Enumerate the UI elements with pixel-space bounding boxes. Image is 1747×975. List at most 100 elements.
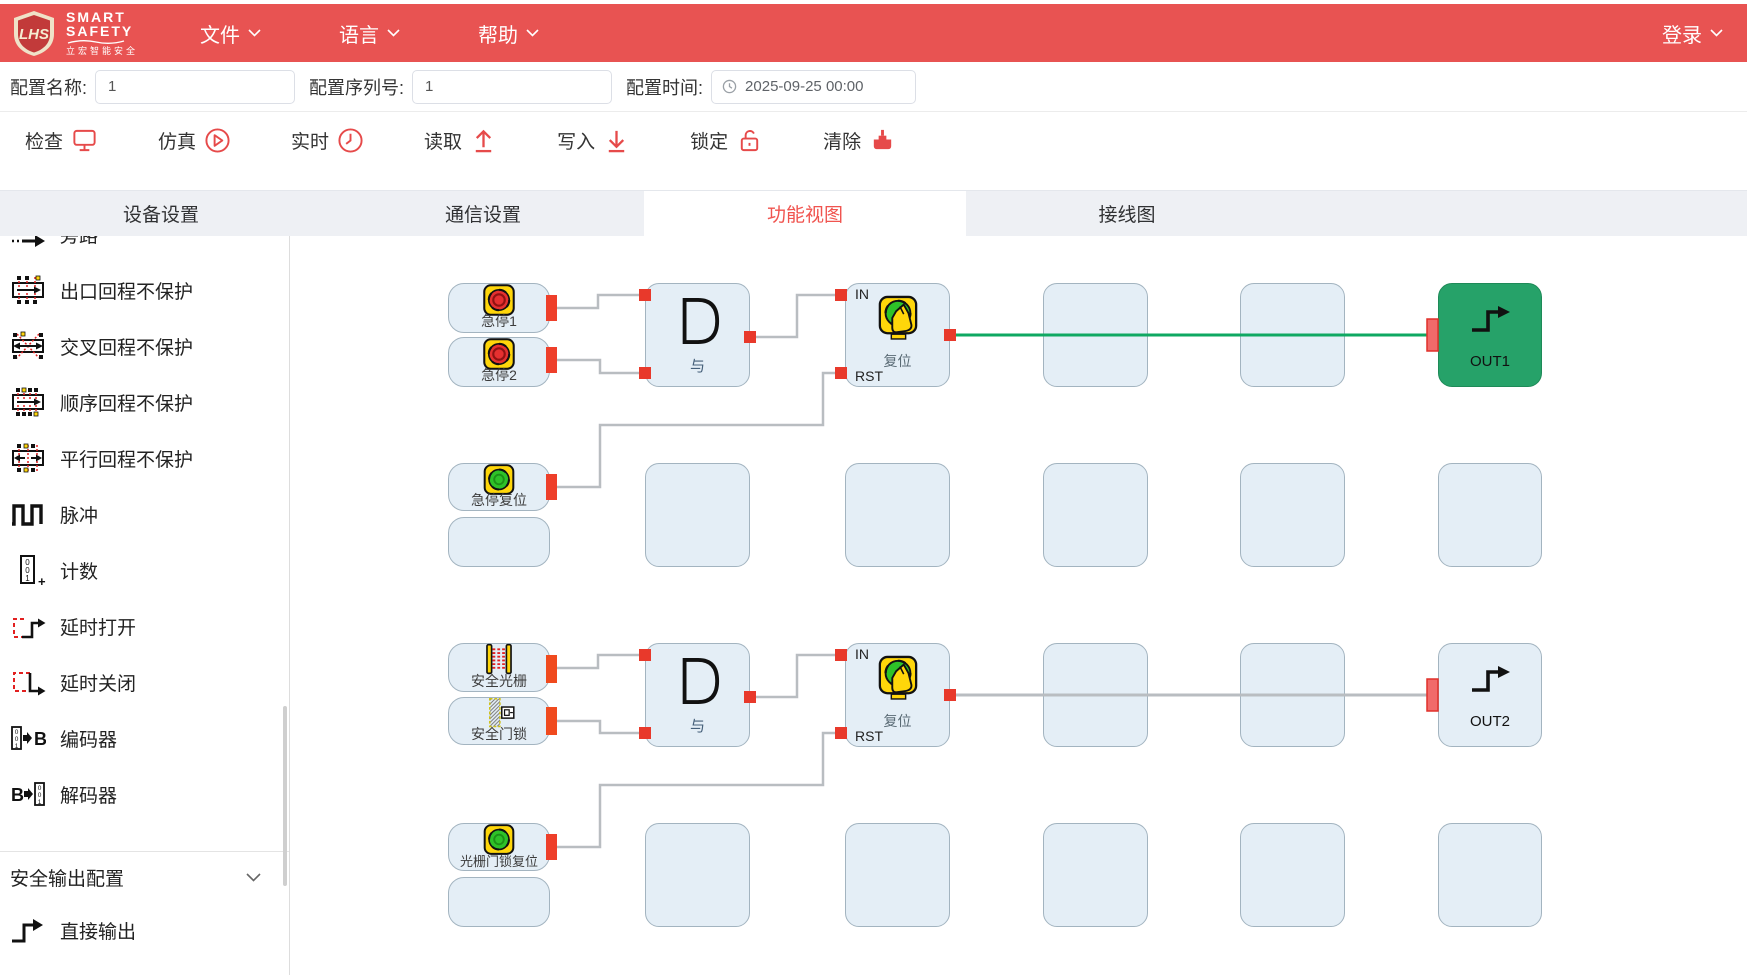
menu-language[interactable]: 语言 <box>339 19 400 48</box>
chevron-down-icon <box>1710 29 1723 37</box>
tab-communication-settings[interactable]: 通信设置 <box>322 191 644 236</box>
block-label: OUT1 <box>1439 353 1541 370</box>
empty-function-slot[interactable] <box>1240 283 1345 387</box>
simulate-button[interactable]: 仿真 <box>158 127 231 154</box>
empty-function-slot[interactable] <box>1043 643 1148 747</box>
tab-wiring-diagram[interactable]: 接线图 <box>966 191 1288 236</box>
menu-file[interactable]: 文件 <box>200 19 261 48</box>
config-serial-input[interactable] <box>412 70 612 104</box>
menu-help-label: 帮助 <box>478 19 518 48</box>
play-circle-icon <box>204 127 231 154</box>
login-button[interactable]: 登录 <box>1662 19 1723 48</box>
output-step-arrow-icon <box>1466 302 1514 343</box>
sidebar-item-decoder[interactable]: B 0 0 1 解码器 <box>0 766 289 822</box>
svg-text:1: 1 <box>15 743 19 750</box>
clear-button[interactable]: 清除 <box>823 127 896 154</box>
tab-label: 通信设置 <box>445 200 521 227</box>
tab-function-view[interactable]: 功能视图 <box>644 191 966 236</box>
block-and-gate-1[interactable]: 与 <box>645 283 750 387</box>
empty-input-slot[interactable] <box>448 517 550 567</box>
block-and-gate-2[interactable]: 与 <box>645 643 750 747</box>
block-estop2[interactable]: 急停2 <box>448 337 550 387</box>
toolbar: 检查 仿真 实时 读取 写入 锁定 <box>0 112 1747 168</box>
empty-function-slot[interactable] <box>1240 643 1345 747</box>
empty-function-slot[interactable] <box>1438 463 1542 567</box>
block-out2[interactable]: OUT2 <box>1438 643 1542 747</box>
sidebar-item-label: 平行回程不保护 <box>60 445 193 472</box>
sidebar-item-sequential-muting[interactable]: 顺序回程不保护 <box>0 374 289 430</box>
sidebar-item-bypass[interactable]: 旁路 <box>0 236 289 262</box>
sidebar-item-direct-output[interactable]: 直接输出 <box>0 902 289 958</box>
tab-device-settings[interactable]: 设备设置 <box>0 191 322 236</box>
sidebar-scrollbar[interactable] <box>283 706 287 886</box>
empty-function-slot[interactable] <box>1240 823 1345 927</box>
tab-label: 接线图 <box>1098 200 1155 227</box>
svg-text:0: 0 <box>15 729 19 736</box>
block-reset-1[interactable]: IN RST 复位 <box>845 283 950 387</box>
block-label: 急停2 <box>449 365 549 385</box>
empty-function-slot[interactable] <box>1043 823 1148 927</box>
bypass-icon <box>8 236 48 251</box>
realtime-label: 实时 <box>291 127 329 154</box>
block-out1[interactable]: OUT1 <box>1438 283 1542 387</box>
sidebar-item-label: 编码器 <box>60 725 117 752</box>
empty-function-slot[interactable] <box>1043 283 1148 387</box>
sidebar-item-counter[interactable]: 0 0 1 + 计数 <box>0 542 289 598</box>
sidebar-section-safety-output[interactable]: 安全输出配置 <box>0 852 289 902</box>
wire <box>556 360 639 373</box>
check-label: 检查 <box>25 127 63 154</box>
sidebar-item-parallel-muting[interactable]: 平行回程不保护 <box>0 430 289 486</box>
block-reset-2[interactable]: IN RST 复位 <box>845 643 950 747</box>
svg-text:B: B <box>11 785 24 805</box>
function-canvas[interactable]: 急停1 急停2 与 IN RST <box>290 236 1747 975</box>
check-button[interactable]: 检查 <box>25 127 98 154</box>
tab-bar: 设备设置 通信设置 功能视图 接线图 <box>0 190 1747 236</box>
sidebar-item-exit-muting[interactable]: 出口回程不保护 <box>0 262 289 318</box>
empty-function-slot[interactable] <box>845 463 950 567</box>
reset-hand-button-icon <box>877 294 919 345</box>
delay-off-icon <box>8 665 48 699</box>
svg-text:LHS: LHS <box>19 26 49 43</box>
read-button[interactable]: 读取 <box>424 127 497 154</box>
sidebar-item-delay-on[interactable]: 延时打开 <box>0 598 289 654</box>
block-label: 光栅门锁复位 <box>449 851 549 870</box>
sequential-muting-icon <box>8 385 48 419</box>
simulate-label: 仿真 <box>158 127 196 154</box>
empty-function-slot[interactable] <box>645 463 750 567</box>
sidebar-item-label: 延时关闭 <box>60 669 136 696</box>
brand-wave-icon <box>66 39 126 45</box>
nav-menus: 文件 语言 帮助 <box>200 19 539 48</box>
delay-on-icon <box>8 609 48 643</box>
sidebar-item-encoder[interactable]: 0 0 1 B 编码器 <box>0 710 289 766</box>
lock-button[interactable]: 锁定 <box>690 127 763 154</box>
sidebar-item-delay-off[interactable]: 延时关闭 <box>0 654 289 710</box>
monitor-icon <box>71 127 98 154</box>
empty-input-slot[interactable] <box>448 877 550 927</box>
menu-help[interactable]: 帮助 <box>478 19 539 48</box>
sidebar-item-cross-muting[interactable]: 交叉回程不保护 <box>0 318 289 374</box>
shield-logo-icon: LHS <box>10 9 58 57</box>
empty-function-slot[interactable] <box>645 823 750 927</box>
config-time-label: 配置时间: <box>626 74 703 100</box>
block-light-curtain[interactable]: 安全光栅 <box>448 643 550 692</box>
sidebar-item-label: 旁路 <box>60 236 98 248</box>
block-curtain-lock-reset[interactable]: 光栅门锁复位 <box>448 823 550 871</box>
function-block-sidebar: 旁路 出口回程不保护 <box>0 236 290 975</box>
block-estop1[interactable]: 急停1 <box>448 283 550 333</box>
write-button[interactable]: 写入 <box>557 127 630 154</box>
block-estop-reset[interactable]: 急停复位 <box>448 463 550 511</box>
wire <box>750 295 835 337</box>
and-gate-icon <box>675 294 721 353</box>
config-name-input[interactable] <box>95 70 295 104</box>
chevron-down-icon <box>248 29 261 37</box>
empty-function-slot[interactable] <box>1043 463 1148 567</box>
empty-function-slot[interactable] <box>845 823 950 927</box>
output-step-arrow-icon <box>1466 662 1514 703</box>
block-label: 与 <box>646 355 749 376</box>
empty-function-slot[interactable] <box>1438 823 1542 927</box>
realtime-button[interactable]: 实时 <box>291 127 364 154</box>
config-time-input[interactable]: 2025-09-25 00:00 <box>711 70 916 104</box>
empty-function-slot[interactable] <box>1240 463 1345 567</box>
block-door-lock[interactable]: 安全门锁 <box>448 697 550 745</box>
sidebar-item-pulse[interactable]: 脉冲 <box>0 486 289 542</box>
